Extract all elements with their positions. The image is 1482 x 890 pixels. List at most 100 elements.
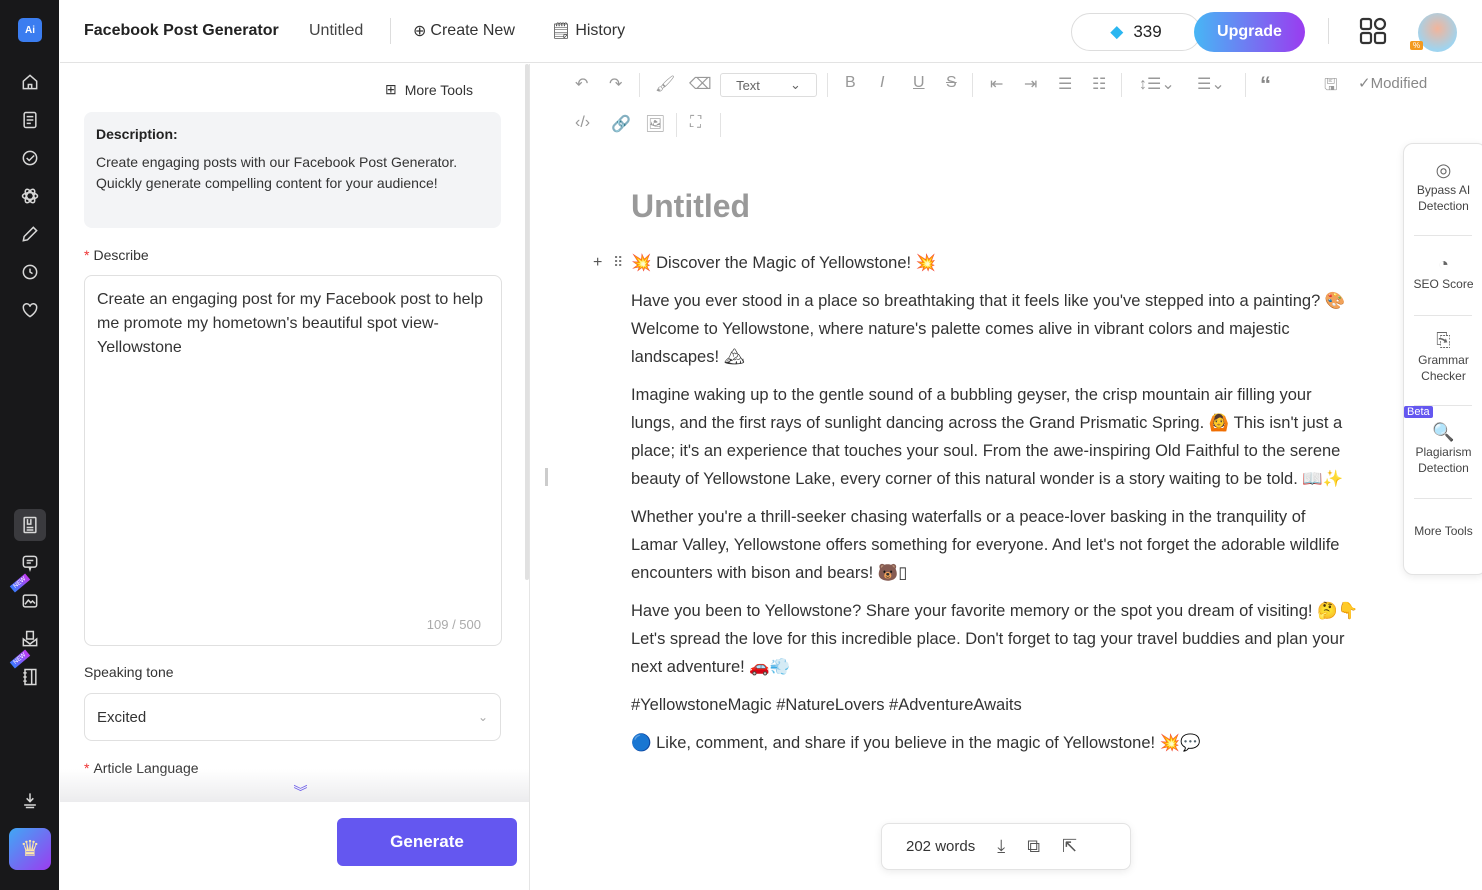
describe-textarea[interactable]: Create an engaging post for my Facebook … [84,275,502,646]
plus-circle-icon: ⊕ [413,23,427,40]
upgrade-button[interactable]: Upgrade [1194,12,1305,52]
save-icon[interactable]: 🖫 [1324,74,1338,101]
divider [1245,73,1246,97]
ordered-list-icon[interactable]: ☰ [1058,74,1072,94]
line-height-icon[interactable]: ↕☰⌄ [1139,74,1175,94]
check-circle-icon[interactable] [14,142,46,174]
paragraph-line: landscapes! 🏔 [631,348,745,366]
outdent-icon[interactable]: ⇤ [990,74,1003,94]
tone-value: Excited [97,708,147,726]
heart-icon[interactable] [14,294,46,326]
apps-grid-icon[interactable] [1359,17,1387,45]
redo-icon[interactable]: ↷ [609,74,622,94]
paragraph[interactable]: Have you been to Yellowstone? Share your… [631,597,1431,681]
drag-handle-icon[interactable]: ⠿ [613,254,623,271]
eraser-icon[interactable]: ⌫ [689,74,712,94]
divider [1414,498,1472,499]
grammar-checker-button[interactable]: ⎘ Grammar Checker [1404,331,1482,384]
more-tools-label: More Tools [404,81,473,98]
indent-icon[interactable]: ⇥ [1024,74,1037,94]
inbox-icon[interactable] [14,623,46,655]
more-tools-side-button[interactable]: More Tools [1404,523,1482,539]
pencil-icon[interactable] [14,218,46,250]
bold-icon[interactable]: B [845,74,856,92]
input-panel: ⊞ More Tools Description: Create engaging… [60,64,530,890]
divider [1414,235,1472,236]
paragraph[interactable]: Imagine waking up to the gentle sound of… [631,381,1431,493]
paragraph[interactable]: 💥 Discover the Magic of Yellowstone! 💥 [631,249,1431,277]
chat-icon[interactable] [14,547,46,579]
strikethrough-icon[interactable]: S [946,74,957,92]
add-block-icon[interactable]: + [593,254,602,272]
paragraph-line: Have you been to Yellowstone? Share your… [631,602,1359,620]
description-box: Description: Create engaging posts with … [84,112,501,228]
generate-button[interactable]: Generate [337,818,517,866]
grid-icon: ⊞ [385,81,397,97]
image-icon[interactable]: NEW [9,573,46,617]
align-icon[interactable]: ☰⌄ [1197,74,1225,94]
app-title: Facebook Post Generator [84,22,279,39]
bullet-list-icon[interactable]: ☷ [1092,74,1106,94]
seo-score-button[interactable]: ◔ SEO Score [1404,254,1482,292]
speaking-tone-label: Speaking tone [84,664,174,680]
avatar[interactable]: % [1410,13,1457,52]
plagiarism-detection-button[interactable]: 🔍 Plagiarism Detection [1404,423,1482,476]
tools-panel: ◎ Bypass AI Detection ◔ SEO Score ⎘ Grammar… [1403,143,1482,575]
fullscreen-icon[interactable]: ⛶ [690,114,701,132]
post-generator-icon[interactable] [14,509,46,541]
speaking-tone-select[interactable]: Excited ⌄ [84,693,501,741]
external-link-icon[interactable]: ⇱ [1062,836,1077,857]
paragraph-line: Lamar Valley, Yellowstone offers somethi… [631,536,1340,554]
premium-crown-icon[interactable]: ♛ [9,828,51,870]
image-icon[interactable]: 🖼 [645,114,665,134]
divider [1121,73,1122,97]
more-tools-button[interactable]: ⊞ More Tools [385,81,473,98]
document-name[interactable]: Untitled [309,22,363,40]
document-icon[interactable] [14,104,46,136]
left-scrollbar[interactable] [525,64,529,580]
code-icon[interactable]: ‹/› [575,114,590,132]
header: Facebook Post Generator Untitled ⊕ Create… [60,0,1482,63]
download-icon[interactable]: ⤓ [997,836,1005,857]
paragraph-line: next adventure! 🚗💨 [631,658,791,676]
char-counter: 109 / 500 [426,617,481,632]
app-logo-icon[interactable]: Ai [14,14,46,46]
copy-icon[interactable]: ⧉ [1027,836,1040,857]
create-new-button[interactable]: ⊕ Create New [413,21,515,41]
text-style-select[interactable]: Text ⌄ [720,73,817,97]
diamond-icon: ◆ [1110,22,1124,41]
document-content[interactable]: 💥 Discover the Magic of Yellowstone! 💥 Ha… [631,249,1431,767]
expand-more-button[interactable]: ︾ [60,769,529,802]
history-button[interactable]: 🗒 History [551,21,625,41]
paragraph[interactable]: 🔵 Like, comment, and share if you believ… [631,729,1431,757]
paragraph-line: Have you ever stood in a place so breath… [631,292,1346,310]
notebook-icon[interactable]: NEW [9,649,46,693]
download-icon[interactable] [14,784,46,816]
undo-icon[interactable]: ↶ [575,74,588,94]
paragraph[interactable]: Have you ever stood in a place so breath… [631,287,1431,371]
divider [676,113,677,137]
description-text: Create engaging posts with our Facebook … [96,154,458,191]
history-icon[interactable] [14,256,46,288]
credits-badge[interactable]: ◆ 339 [1071,13,1201,51]
paragraph-line: Let's spread the love for this incredibl… [631,630,1345,648]
describe-label: * Describe [84,247,149,263]
check-icon: ✓ [1358,75,1371,92]
paragraph-line: Welcome to Yellowstone, where nature's p… [631,320,1290,338]
atom-icon[interactable] [14,180,46,212]
discount-badge: % [1410,41,1424,50]
document-title[interactable]: Untitled [631,188,750,225]
describe-value: Create an engaging post for my Facebook … [97,291,484,356]
divider [639,73,640,97]
home-icon[interactable] [14,66,46,98]
format-painter-icon[interactable]: 🖌 [655,74,675,94]
italic-icon[interactable]: I [880,74,884,92]
bypass-ai-detection-button[interactable]: ◎ Bypass AI Detection [1404,161,1482,214]
paragraph[interactable]: Whether you're a thrill-seeker chasing w… [631,503,1431,587]
paragraph-line: #YellowstoneMagic #NatureLovers #Adventu… [631,696,1022,714]
quote-icon[interactable]: “ [1260,72,1271,98]
paragraph[interactable]: #YellowstoneMagic #NatureLovers #Adventu… [631,691,1431,719]
link-icon[interactable]: 🔗 [611,114,631,134]
gauge-icon: ◔ [1438,254,1449,274]
underline-icon[interactable]: U [913,74,925,92]
